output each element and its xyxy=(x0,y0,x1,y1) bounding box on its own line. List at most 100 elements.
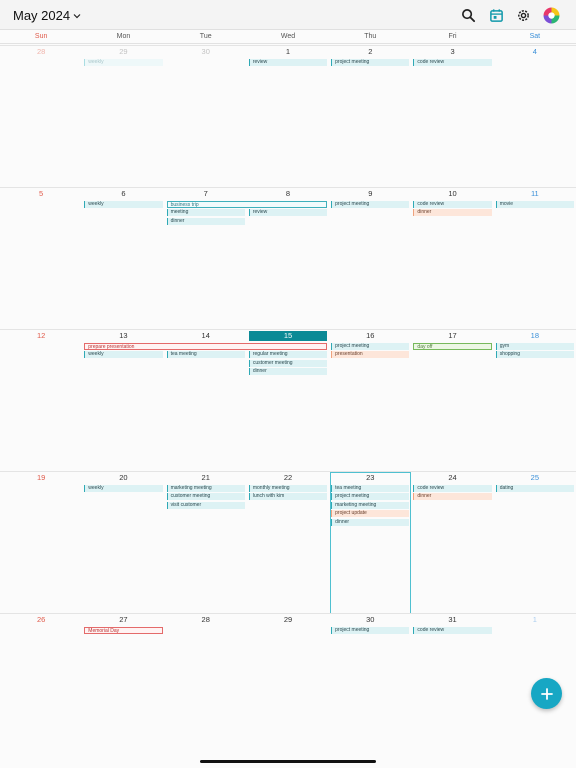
event-chip[interactable]: project meeting xyxy=(331,493,410,501)
day-cell[interactable]: 5 xyxy=(0,188,82,330)
event-chip[interactable]: tea meeting xyxy=(331,485,410,492)
event-chip[interactable]: shopping xyxy=(495,351,574,359)
add-event-button[interactable] xyxy=(531,678,562,709)
event-chip[interactable]: code review xyxy=(413,201,492,208)
event-chip[interactable]: gym xyxy=(495,343,574,350)
day-cell[interactable]: 3 xyxy=(411,46,493,188)
day-cell[interactable]: 27 xyxy=(82,614,164,756)
week-row: 5 6 7 8 9 10 11 weekly business trip project meet… xyxy=(0,187,576,329)
date-number: 28 xyxy=(201,615,210,624)
date-number: 13 xyxy=(119,331,128,340)
event-chip[interactable]: day off xyxy=(413,343,492,350)
week-row: 19 20 21 22 23 24 25 weekly marketing meeting mon… xyxy=(0,471,576,614)
day-cell[interactable]: 30 xyxy=(165,46,247,188)
event-chip[interactable]: customer meeting xyxy=(248,359,328,367)
chevron-down-icon xyxy=(73,13,81,18)
event-chip[interactable]: project meeting xyxy=(331,201,410,208)
event-chip[interactable]: project meeting xyxy=(331,627,410,634)
date-number: 17 xyxy=(448,331,457,340)
event-chip[interactable]: project meeting xyxy=(331,59,410,66)
home-indicator xyxy=(200,760,376,763)
date-number: 10 xyxy=(448,189,457,198)
event-chip[interactable]: review xyxy=(248,209,328,217)
event-chip[interactable]: dinner xyxy=(166,217,245,225)
weekday-label: Tue xyxy=(199,33,212,40)
day-cell[interactable]: 20 xyxy=(82,472,164,614)
event-chip[interactable]: customer meeting xyxy=(166,493,245,501)
day-cell[interactable]: 25 xyxy=(494,472,576,614)
day-cell[interactable]: 30 xyxy=(329,614,411,756)
gear-icon[interactable] xyxy=(513,5,533,25)
event-chip[interactable]: dinner xyxy=(413,493,492,501)
date-number: 25 xyxy=(530,473,540,482)
event-chip[interactable]: dinner xyxy=(413,209,492,217)
day-cell[interactable]: 9 xyxy=(329,188,411,330)
day-cell[interactable]: 31 xyxy=(411,614,493,756)
event-chip[interactable]: business trip xyxy=(166,201,328,208)
month-label: May 2024 xyxy=(13,8,71,23)
event-chip[interactable]: presentation xyxy=(331,351,410,359)
event-chip[interactable]: marketing meeting xyxy=(166,485,245,492)
event-chip[interactable]: regular meeting xyxy=(248,351,328,359)
event-chip[interactable]: marketing meeting xyxy=(331,501,410,509)
event-chip[interactable]: meeting xyxy=(166,209,245,217)
day-cell[interactable]: 28 xyxy=(165,614,247,756)
day-cell[interactable]: 2 xyxy=(329,46,411,188)
event-chip[interactable]: code review xyxy=(413,485,492,492)
day-cell[interactable]: 12 xyxy=(0,330,82,472)
weekday-label: Wed xyxy=(280,33,296,40)
event-chip[interactable]: dinner xyxy=(331,518,410,526)
day-cell[interactable]: 11 xyxy=(494,188,576,330)
date-number: 27 xyxy=(119,615,128,624)
weekday-label: Thu xyxy=(364,33,377,40)
event-chip[interactable]: project meeting xyxy=(331,343,410,350)
event-chip[interactable]: tea meeting xyxy=(166,351,245,359)
event-chip[interactable]: dating xyxy=(495,485,574,492)
event-chip[interactable]: code review xyxy=(413,627,492,634)
search-icon[interactable] xyxy=(458,5,478,25)
date-number: 9 xyxy=(368,189,373,198)
day-cell[interactable]: 28 xyxy=(0,46,82,188)
date-number: 20 xyxy=(119,473,128,482)
event-chip[interactable]: lunch with kim xyxy=(248,493,328,501)
date-number: 22 xyxy=(283,473,293,482)
day-cell[interactable]: 1 xyxy=(247,46,329,188)
event-chip[interactable]: weekly xyxy=(84,59,163,66)
plus-icon xyxy=(540,687,553,700)
weekday-label: Sat xyxy=(529,33,541,40)
event-chip[interactable]: visit customer xyxy=(166,501,245,509)
calendar-today-icon[interactable] xyxy=(486,5,506,25)
date-number: 2 xyxy=(368,47,373,56)
event-chip[interactable]: weekly xyxy=(84,201,163,208)
event-chip[interactable]: monthly meeting xyxy=(248,485,328,492)
date-number: 26 xyxy=(36,615,46,624)
event-chip[interactable]: code review xyxy=(413,59,492,66)
event-chip[interactable]: dinner xyxy=(248,368,328,376)
event-chip[interactable]: weekly xyxy=(84,351,163,359)
date-number: 18 xyxy=(530,331,540,340)
weekday-label: Mon xyxy=(116,33,131,40)
day-cell[interactable]: 19 xyxy=(0,472,82,614)
event-chip[interactable]: Memorial Day xyxy=(84,627,163,634)
day-cell[interactable]: 26 xyxy=(0,614,82,756)
day-cell[interactable]: 29 xyxy=(247,614,329,756)
event-chip[interactable]: review xyxy=(248,59,328,66)
date-number: 1 xyxy=(285,47,291,56)
week-row: 12 13 14 15 16 17 18 prepare presentation projec… xyxy=(0,329,576,471)
day-cell[interactable]: 6 xyxy=(82,188,164,330)
event-chip[interactable]: project update xyxy=(331,510,410,518)
day-cell[interactable]: 29 xyxy=(82,46,164,188)
today-date-number: 15 xyxy=(248,331,328,341)
color-wheel-icon[interactable] xyxy=(541,5,561,25)
date-number: 28 xyxy=(36,47,46,56)
day-cell[interactable]: 4 xyxy=(494,46,576,188)
event-chip[interactable]: movie xyxy=(495,201,574,208)
top-toolbar: May 2024 xyxy=(0,0,576,30)
day-cell[interactable]: 17 xyxy=(411,330,493,472)
week-row: 28 29 30 1 2 3 4 weekly review project meeting cod… xyxy=(0,45,576,187)
date-number: 16 xyxy=(366,331,375,340)
date-number: 1 xyxy=(532,615,537,624)
event-chip[interactable]: prepare presentation xyxy=(84,343,328,350)
event-chip[interactable]: weekly xyxy=(84,485,163,492)
month-picker-button[interactable]: May 2024 xyxy=(13,8,81,23)
